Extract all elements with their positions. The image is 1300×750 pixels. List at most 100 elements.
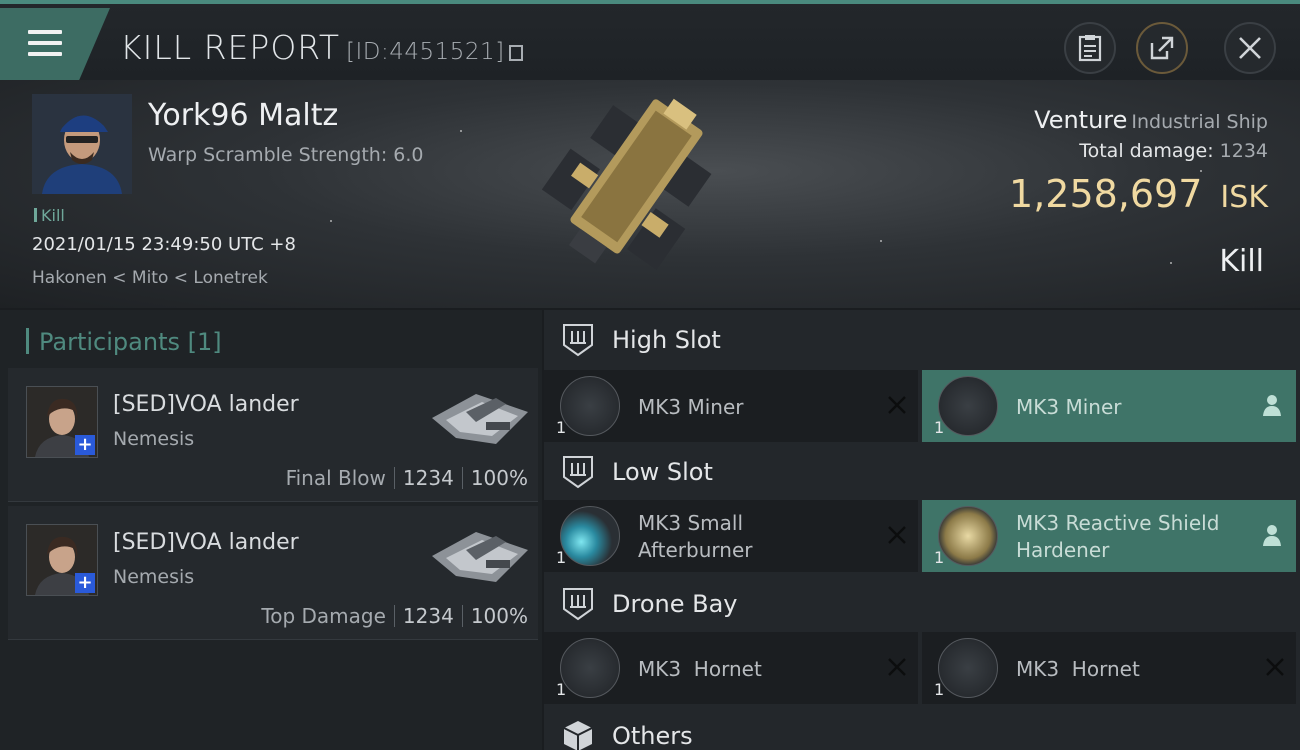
module-name-line2: Afterburner: [638, 538, 753, 562]
destroyed-icon: [888, 658, 906, 676]
others-header: Others: [544, 706, 1300, 750]
menu-button[interactable]: [0, 8, 110, 80]
participant-ship: Nemesis: [113, 428, 195, 450]
menu-icon-bar: [28, 52, 62, 56]
participant-stats: Final Blow 1234 100%: [286, 466, 528, 490]
module-item[interactable]: 1 MK3 Miner: [544, 370, 918, 442]
module-name: MK3 Miner: [1016, 395, 1122, 419]
kill-time: 2021/01/15 23:49:50 UTC +8: [32, 234, 296, 255]
menu-icon: [28, 30, 62, 34]
total-damage: Total damage: 1234: [1079, 140, 1268, 162]
drone-bay-header: Drone Bay: [544, 574, 1300, 634]
participant-damage: 1234: [402, 604, 454, 628]
participant-row[interactable]: + [SED]VOA lander Nemesis Final Blow 1234…: [8, 368, 538, 502]
module-qty: 1: [556, 548, 567, 567]
venture-ship-icon[interactable]: [530, 92, 770, 292]
module-qty: 1: [934, 548, 945, 567]
module-name-line1: MK3 Small: [638, 511, 743, 535]
ship-name-text: Venture: [1034, 106, 1128, 134]
drone-icon: [560, 638, 620, 698]
box-icon: [563, 721, 593, 750]
shield-hardener-icon: [938, 506, 998, 566]
module-name-line2: Hardener: [1016, 538, 1110, 562]
participant-ship: Nemesis: [113, 566, 195, 588]
dropped-user-icon: [1263, 395, 1281, 416]
clipboard-button[interactable]: [1064, 22, 1116, 74]
drone-bay-label: Drone Bay: [612, 590, 738, 618]
participant-name[interactable]: [SED]VOA lander: [113, 530, 299, 555]
low-slot-icon: [563, 456, 593, 489]
warp-scramble-strength: Warp Scramble Strength: 6.0: [148, 144, 424, 166]
participant-portrait[interactable]: +: [26, 524, 98, 596]
others-label: Others: [612, 722, 693, 750]
module-name: MK3 Hornet: [638, 657, 762, 681]
plus-icon: +: [75, 435, 95, 455]
miner-icon: [560, 376, 620, 436]
participants-panel: Participants [1] + [SED]VOA lander Nemes…: [0, 310, 542, 750]
low-slot-label: Low Slot: [612, 458, 713, 486]
menu-icon-bar: [28, 41, 62, 45]
high-slot-icon: [563, 324, 593, 357]
participants-title: Participants [1]: [26, 328, 222, 356]
pilot-avatar-icon: [32, 94, 132, 194]
share-button[interactable]: [1136, 22, 1188, 74]
module-item[interactable]: 1 MK3 Hornet: [544, 632, 918, 704]
close-icon: [1239, 37, 1261, 59]
page-title: KILL REPORT [ID:4451521]: [120, 28, 523, 67]
participant-percent: 100%: [470, 604, 528, 628]
module-item[interactable]: 1 MK3 Hornet: [922, 632, 1296, 704]
module-name: MK3 Reactive Shield Hardener: [1016, 510, 1219, 564]
close-button[interactable]: [1224, 22, 1276, 74]
participant-damage: 1234: [402, 466, 454, 490]
module-qty: 1: [556, 418, 567, 437]
module-name-line1: MK3 Reactive Shield: [1016, 511, 1220, 535]
module-name: MK3 Miner: [638, 395, 744, 419]
module-name: MK3 Small Afterburner: [638, 510, 752, 564]
participant-name[interactable]: [SED]VOA lander: [113, 392, 299, 417]
module-qty: 1: [934, 680, 945, 699]
victim-header: York96 Maltz Warp Scramble Strength: 6.0…: [0, 80, 1300, 308]
kill-tag: Kill: [34, 206, 65, 225]
participant-label: Top Damage: [261, 604, 386, 628]
participant-stats: Top Damage 1234 100%: [261, 604, 528, 628]
report-id: [ID:4451521]: [345, 39, 505, 65]
high-slot-label: High Slot: [612, 326, 721, 354]
victim-portrait[interactable]: [32, 94, 132, 194]
destroyed-icon: [888, 526, 906, 544]
module-qty: 1: [556, 680, 567, 699]
plus-icon: +: [75, 573, 95, 593]
ship-class: Industrial Ship: [1131, 111, 1268, 133]
dropped-user-icon: [1263, 525, 1281, 546]
participant-label: Final Blow: [285, 466, 386, 490]
total-damage-label: Total damage:: [1079, 140, 1214, 162]
nemesis-ship-icon[interactable]: [426, 520, 534, 592]
isk-value: 1,258,697 ISK: [1009, 172, 1268, 216]
clipboard-icon: [1078, 35, 1102, 62]
participant-row[interactable]: + [SED]VOA lander Nemesis Top Damage 1234…: [8, 506, 538, 640]
module-item[interactable]: 1 MK3 Reactive Shield Hardener: [922, 500, 1296, 572]
victim-name[interactable]: York96 Maltz: [148, 98, 338, 133]
drone-icon: [938, 638, 998, 698]
module-item[interactable]: 1 MK3 Small Afterburner: [544, 500, 918, 572]
participant-portrait[interactable]: +: [26, 386, 98, 458]
module-item[interactable]: 1 MK3 Miner: [922, 370, 1296, 442]
copy-id-icon[interactable]: [508, 45, 523, 61]
ship-name[interactable]: Venture Industrial Ship: [1034, 106, 1268, 134]
top-bar: KILL REPORT [ID:4451521]: [0, 0, 1300, 80]
module-name: MK3 Hornet: [1016, 657, 1140, 681]
share-icon: [1150, 36, 1174, 60]
participant-percent: 100%: [470, 466, 528, 490]
isk-unit: ISK: [1220, 180, 1268, 215]
module-qty: 1: [934, 418, 945, 437]
kill-location[interactable]: Hakonen < Mito < Lonetrek: [32, 268, 268, 288]
nemesis-ship-icon[interactable]: [426, 382, 534, 454]
kill-result: Kill: [1219, 244, 1264, 279]
afterburner-icon: [560, 506, 620, 566]
destroyed-icon: [888, 396, 906, 414]
total-damage-value: 1234: [1219, 140, 1268, 162]
low-slot-header: Low Slot: [544, 442, 1300, 502]
fitting-panel: High Slot 1 MK3 Miner 1 MK3 Miner Low Sl…: [544, 310, 1300, 750]
drone-bay-icon: [563, 588, 593, 621]
high-slot-header: High Slot: [544, 310, 1300, 370]
page-title-text: KILL REPORT: [120, 28, 340, 67]
